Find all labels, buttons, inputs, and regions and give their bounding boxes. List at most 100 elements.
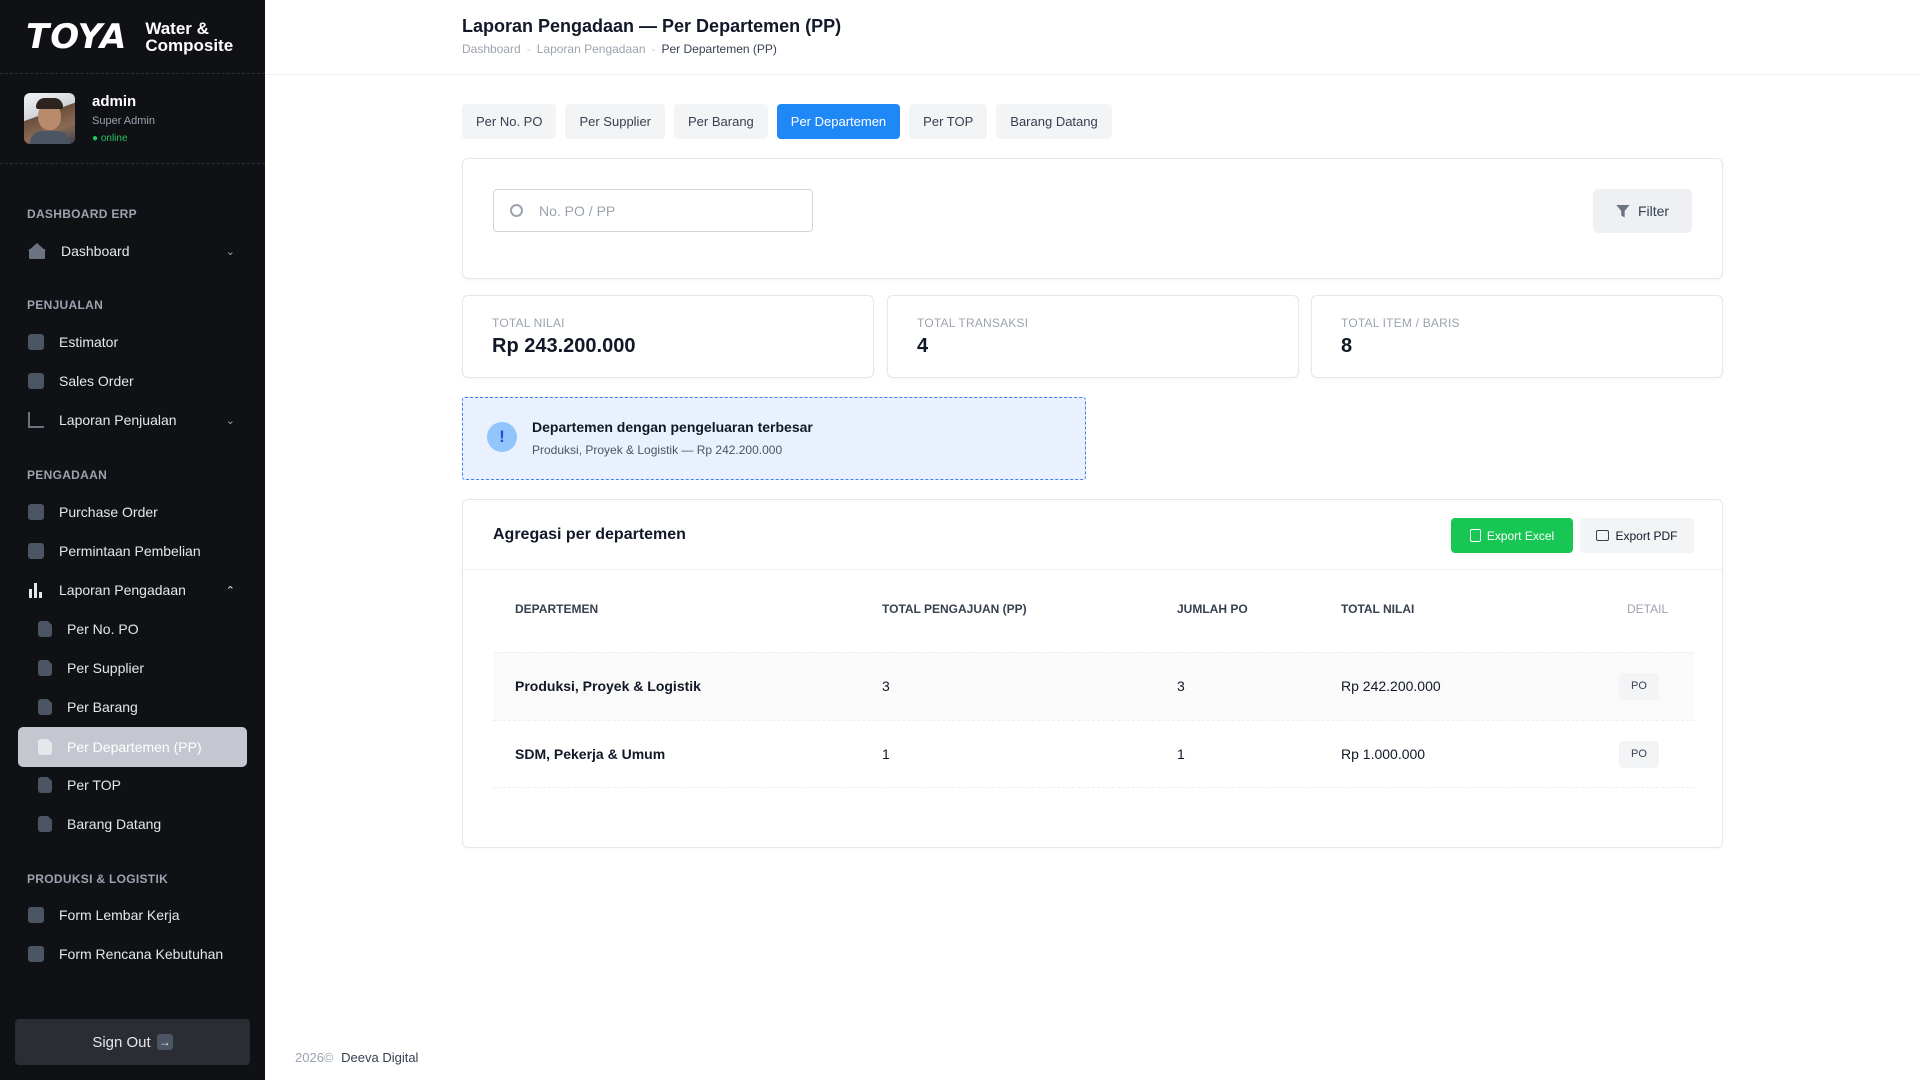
home-icon — [28, 243, 46, 259]
sidebar-item-label: Form Lembar Kerja — [59, 907, 180, 923]
sidebar-item-form-lembar-kerja[interactable]: Form Lembar Kerja — [18, 898, 247, 932]
sidebar-item-per-no-po[interactable]: Per No. PO — [18, 612, 247, 646]
bar-chart-icon — [28, 582, 44, 598]
breadcrumb-laporan-pengadaan[interactable]: Laporan Pengadaan — [537, 42, 646, 56]
stat-total-nilai: TOTAL NILAI Rp 243.200.000 — [462, 295, 874, 378]
nav-section-penjualan: PENJUALAN — [27, 298, 104, 312]
breadcrumb: Dashboard - Laporan Pengadaan - Per Depa… — [462, 42, 777, 56]
footer: 2026© Deeva Digital — [295, 1050, 418, 1065]
sidebar-item-label: Per No. PO — [67, 621, 139, 637]
file-icon — [38, 621, 52, 637]
cell-departemen: SDM, Pekerja & Umum — [515, 746, 666, 762]
stat-value: 4 — [917, 335, 929, 357]
search-input[interactable] — [539, 202, 779, 219]
footer-brand-link[interactable]: Deeva Digital — [341, 1050, 418, 1065]
sign-out-button[interactable]: Sign Out → — [15, 1019, 250, 1065]
file-icon — [38, 699, 52, 715]
document-icon — [28, 334, 44, 350]
breadcrumb-dashboard[interactable]: Dashboard — [462, 42, 521, 56]
column-header-departemen[interactable]: DEPARTEMEN — [515, 602, 598, 616]
sidebar-item-label: Per Barang — [67, 699, 138, 715]
stat-label: TOTAL TRANSAKSI — [917, 316, 1029, 330]
report-tabs: Per No. PO Per Supplier Per Barang Per D… — [462, 104, 1121, 139]
file-icon — [38, 816, 52, 832]
sidebar-item-barang-datang[interactable]: Barang Datang — [18, 807, 247, 841]
sidebar-item-per-barang[interactable]: Per Barang — [18, 690, 247, 724]
column-header-total-pengajuan[interactable]: TOTAL PENGAJUAN (PP) — [882, 602, 1027, 616]
table-row[interactable]: SDM, Pekerja & Umum 1 1 Rp 1.000.000 PO — [493, 720, 1694, 788]
stat-value: 8 — [1341, 335, 1353, 357]
tab-barang-datang[interactable]: Barang Datang — [996, 104, 1112, 139]
breadcrumb-separator: - — [526, 42, 531, 56]
tab-per-top[interactable]: Per TOP — [909, 104, 988, 139]
sidebar-item-label: Permintaan Pembelian — [59, 543, 201, 559]
alert-subtitle: Produksi, Proyek & Logistik — Rp 242.200… — [532, 443, 783, 457]
chevron-up-icon: ⌃ — [225, 584, 235, 597]
sidebar-item-per-top[interactable]: Per TOP — [18, 768, 247, 802]
alert-title: Departemen dengan pengeluaran terbesar — [532, 419, 813, 435]
export-excel-button[interactable]: Export Excel — [1451, 518, 1573, 553]
cell-total-nilai: Rp 1.000.000 — [1341, 746, 1426, 762]
aggregation-card: Agregasi per departemen Export Excel Exp… — [462, 499, 1723, 848]
printer-icon — [1596, 530, 1610, 541]
file-icon — [38, 739, 52, 755]
page-header: Laporan Pengadaan — Per Departemen (PP) … — [265, 0, 1920, 75]
stat-label: TOTAL NILAI — [492, 316, 565, 330]
brand-logo: TOYA — [26, 16, 128, 57]
document-icon — [28, 373, 44, 389]
sign-out-label: Sign Out — [92, 1033, 151, 1051]
sidebar-item-sales-order[interactable]: Sales Order — [18, 364, 247, 398]
tab-per-barang[interactable]: Per Barang — [674, 104, 768, 139]
filter-button[interactable]: Filter — [1593, 189, 1692, 233]
sidebar-item-per-supplier[interactable]: Per Supplier — [18, 651, 247, 685]
sidebar: TOYA Water & Composite admin Super Admin… — [0, 0, 265, 1080]
stat-total-item: TOTAL ITEM / BARIS 8 — [1311, 295, 1723, 378]
sidebar-item-dashboard[interactable]: Dashboard ⌄ — [18, 234, 247, 268]
footer-copyright: 2026© — [295, 1050, 334, 1065]
document-icon — [28, 504, 44, 520]
brand[interactable]: TOYA Water & Composite — [0, 0, 265, 74]
nav-section-dashboard: DASHBOARD ERP — [27, 207, 137, 221]
sidebar-item-label: Dashboard — [61, 243, 130, 259]
file-icon — [38, 777, 52, 793]
sign-out-icon: → — [156, 1034, 173, 1050]
cell-departemen: Produksi, Proyek & Logistik — [515, 678, 701, 694]
table-row[interactable]: Produksi, Proyek & Logistik 3 3 Rp 242.2… — [493, 652, 1694, 720]
stat-label: TOTAL ITEM / BARIS — [1341, 316, 1460, 330]
excel-file-icon — [1469, 529, 1481, 542]
export-pdf-label: Export PDF — [1615, 528, 1678, 543]
sidebar-item-estimator[interactable]: Estimator — [18, 325, 247, 359]
column-header-total-nilai[interactable]: TOTAL NILAI — [1341, 602, 1414, 616]
filter-icon — [1615, 204, 1630, 218]
sidebar-item-label: Per Supplier — [67, 660, 145, 676]
po-detail-button[interactable]: PO — [1619, 673, 1659, 700]
stat-total-transaksi: TOTAL TRANSAKSI 4 — [887, 295, 1299, 378]
tab-per-no-po[interactable]: Per No. PO — [462, 104, 557, 139]
search-box[interactable] — [493, 189, 813, 232]
tab-per-supplier[interactable]: Per Supplier — [565, 104, 666, 139]
user-name: admin — [92, 93, 137, 110]
page-title: Laporan Pengadaan — Per Departemen (PP) — [462, 16, 842, 36]
avatar[interactable] — [24, 93, 75, 144]
po-detail-button[interactable]: PO — [1619, 741, 1659, 768]
file-icon — [38, 660, 52, 676]
sidebar-item-laporan-penjualan[interactable]: Laporan Penjualan ⌄ — [18, 403, 247, 437]
tab-per-departemen[interactable]: Per Departemen — [776, 104, 901, 139]
sidebar-item-per-departemen[interactable]: Per Departemen (PP) — [18, 727, 247, 767]
cell-total-pengajuan: 1 — [882, 746, 890, 762]
nav-section-produksi: PRODUKSI & LOGISTIK — [27, 872, 169, 886]
sidebar-item-label: Laporan Penjualan — [59, 412, 177, 428]
sidebar-item-form-rencana-kebutuhan[interactable]: Form Rencana Kebutuhan — [18, 937, 247, 971]
sidebar-item-label: Estimator — [59, 334, 119, 350]
sidebar-item-laporan-pengadaan[interactable]: Laporan Pengadaan ⌃ — [18, 573, 247, 607]
column-header-jumlah-po[interactable]: JUMLAH PO — [1177, 602, 1248, 616]
sidebar-item-label: Purchase Order — [59, 504, 158, 520]
sidebar-item-label: Barang Datang — [67, 816, 162, 832]
brand-subtitle-line1: Water & — [145, 18, 209, 38]
nav-section-pengadaan: PENGADAAN — [27, 468, 108, 482]
user-panel: admin Super Admin ● online — [0, 74, 265, 164]
sidebar-item-permintaan-pembelian[interactable]: Permintaan Pembelian — [18, 534, 247, 568]
export-pdf-button[interactable]: Export PDF — [1580, 518, 1694, 553]
sidebar-item-purchase-order[interactable]: Purchase Order — [18, 495, 247, 529]
sidebar-item-label: Sales Order — [59, 373, 134, 389]
